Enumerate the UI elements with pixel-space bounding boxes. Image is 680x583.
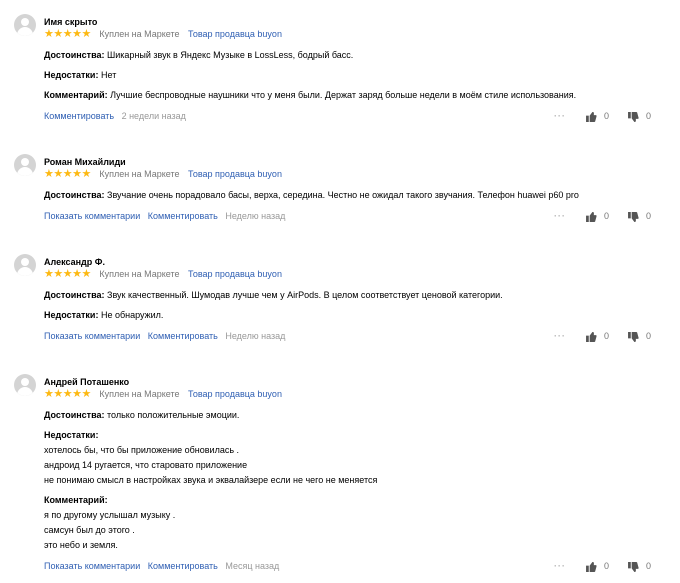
review-date: Месяц назад (225, 561, 280, 571)
show-comments-button[interactable]: Показать комментарии (44, 561, 140, 571)
comment-text-line: это небо и земля. (44, 540, 118, 550)
more-options-icon[interactable]: ··· (554, 211, 566, 221)
likes-count: 0 (603, 331, 609, 341)
pros-label: Достоинства: (44, 290, 105, 300)
dislikes-count: 0 (646, 331, 652, 341)
avatar (14, 374, 36, 396)
rating-stars: ★★★★★ (44, 168, 91, 180)
cons-text-line: хотелось бы, что бы приложение обновилас… (44, 445, 240, 455)
comment-text: Лучшие беспроводные наушники что у меня … (110, 90, 577, 100)
reviewer-name: Андрей Поташенко (44, 377, 130, 387)
cons-label: Недостатки: (44, 70, 99, 80)
reviewer-name: Александр Ф. (44, 257, 105, 267)
bought-on-market-label: Куплен на Маркете (99, 269, 180, 279)
thumb-down-icon[interactable] (628, 211, 640, 222)
dislikes-count: 0 (646, 211, 652, 221)
seller-link[interactable]: Товар продавца buyon (188, 29, 282, 39)
bought-on-market-label: Куплен на Маркете (99, 389, 180, 399)
more-options-icon[interactable]: ··· (554, 561, 566, 571)
reviewer-name: Роман Михайлиди (44, 157, 126, 167)
likes-count: 0 (603, 561, 609, 571)
thumb-up-icon[interactable] (586, 211, 598, 222)
seller-link[interactable]: Товар продавца buyon (188, 269, 282, 279)
thumb-down-icon[interactable] (628, 331, 640, 342)
cons-label: Недостатки: (44, 310, 99, 320)
review-date: Неделю назад (225, 211, 286, 221)
comment-button[interactable]: Комментировать (148, 561, 218, 571)
cons-text-line: не понимаю смысл в настройках звука и эк… (44, 475, 378, 485)
review-date: Неделю назад (225, 331, 286, 341)
thumb-up-icon[interactable] (586, 561, 598, 572)
seller-link[interactable]: Товар продавца buyon (188, 389, 282, 399)
thumb-down-icon[interactable] (628, 111, 640, 122)
bought-on-market-label: Куплен на Маркете (99, 169, 180, 179)
cons-text: Не обнаружил. (100, 310, 164, 320)
pros-label: Достоинства: (44, 50, 105, 60)
cons-text-line: андроид 14 ругается, что старовато прило… (44, 460, 248, 470)
show-comments-button[interactable]: Показать комментарии (44, 211, 140, 221)
reviewer-name: Имя скрыто (44, 17, 98, 27)
dislikes-count: 0 (646, 111, 652, 121)
avatar (14, 154, 36, 176)
cons-label: Недостатки: (44, 430, 99, 440)
comment-text-line: я по другому услышал музыку . (44, 510, 176, 520)
pros-text: только положительные эмоции. (107, 410, 240, 420)
comment-label: Комментарий: (44, 495, 108, 505)
likes-count: 0 (603, 111, 609, 121)
bought-on-market-label: Куплен на Маркете (99, 29, 180, 39)
comment-text-line: самсун был до этого . (44, 525, 135, 535)
avatar (14, 14, 36, 36)
thumb-down-icon[interactable] (628, 561, 640, 572)
more-options-icon[interactable]: ··· (554, 331, 566, 341)
dislikes-count: 0 (646, 561, 652, 571)
cons-text: Нет (100, 70, 117, 80)
pros-text: Звук качественный. Шумодав лучше чем у A… (107, 290, 503, 300)
pros-label: Достоинства: (44, 410, 105, 420)
more-options-icon[interactable]: ··· (554, 111, 566, 121)
thumb-up-icon[interactable] (586, 111, 598, 122)
review-date: 2 недели назад (121, 111, 186, 121)
avatar (14, 254, 36, 276)
rating-stars: ★★★★★ (44, 268, 91, 280)
rating-stars: ★★★★★ (44, 28, 91, 40)
show-comments-button[interactable]: Показать комментарии (44, 331, 140, 341)
comment-button[interactable]: Комментировать (148, 211, 218, 221)
pros-text: Звучание очень порадовало басы, верха, с… (107, 190, 579, 200)
pros-label: Достоинства: (44, 190, 105, 200)
comment-button[interactable]: Комментировать (148, 331, 218, 341)
likes-count: 0 (603, 211, 609, 221)
seller-link[interactable]: Товар продавца buyon (188, 169, 282, 179)
rating-stars: ★★★★★ (44, 388, 91, 400)
comment-button[interactable]: Комментировать (44, 111, 114, 121)
pros-text: Шикарный звук в Яндекс Музыке в LossLess… (107, 50, 354, 60)
comment-label: Комментарий: (44, 90, 108, 100)
thumb-up-icon[interactable] (586, 331, 598, 342)
